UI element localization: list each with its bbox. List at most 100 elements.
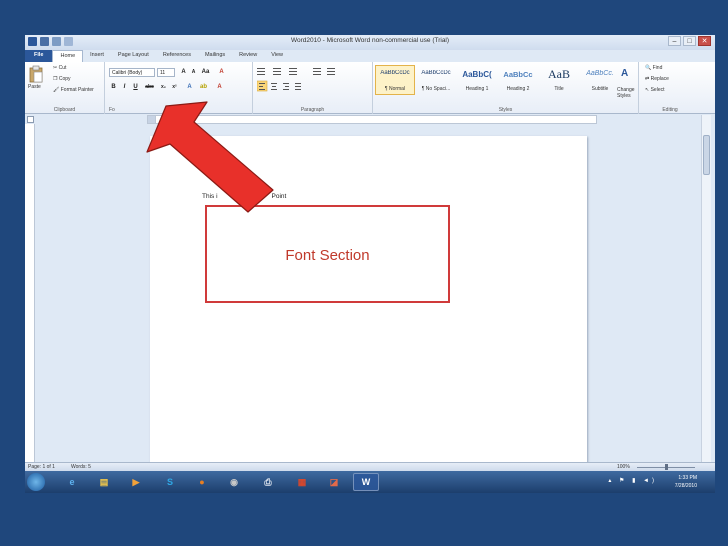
style-name: ¶ Normal [384,86,406,92]
editing-group-label: Editing [662,107,678,113]
document-text-end: Point [271,193,287,200]
style-sample: AaBbCcDc [380,70,410,76]
title-bar: Word2010 - Microsoft Word non-commercial… [25,35,715,50]
italic-button[interactable]: I [120,83,129,92]
window-controls: – □ ✕ [668,36,711,46]
style-name: Title [554,86,564,92]
style-sample: AaBbC( [462,70,492,79]
tab-references[interactable]: References [156,50,198,62]
scrollbar-thumb[interactable] [703,135,710,175]
copy-label: Copy [58,76,71,82]
change-styles-label[interactable]: Change Styles [617,87,639,99]
tab-page-layout[interactable]: Page Layout [111,50,156,62]
style-sample: AaBbCc [503,70,533,79]
style-sample: AaB [548,67,570,81]
styles-group: AaBbCcDc ¶ Normal AaBbCcDc ¶ No Spaci...… [373,62,639,114]
highlight-button[interactable]: ab [199,83,208,92]
paragraph-group: Paragraph [253,62,373,114]
style-subtitle[interactable]: AaBbCc. Subtitle [580,65,620,95]
font-group: Calibri (Body) 11 A A Aa A B I U abc x₂ … [105,62,253,114]
editing-group: 🔍 Find ⇄ Replace ↖ Select Editing [639,62,701,114]
find-button[interactable]: 🔍 Find [645,65,662,71]
close-button[interactable]: ✕ [698,36,711,46]
style-heading-1[interactable]: AaBbC( Heading 1 [457,65,497,95]
format-painter-label: Format Painter [60,87,94,93]
select-label: Select [650,87,665,93]
select-button[interactable]: ↖ Select [645,87,665,93]
status-bar: Page: 1 of 1 Words: 5 100% [25,462,715,471]
word-taskbar-icon[interactable]: W [353,473,379,491]
horizontal-ruler[interactable] [147,115,597,124]
replace-label: Replace [650,76,669,82]
clear-formatting-button[interactable]: A [217,68,226,77]
presentation-icon[interactable]: ◪ [321,473,347,491]
style-normal[interactable]: AaBbCcDc ¶ Normal [375,65,415,95]
system-tray[interactable]: ▴ ⚑ ▮ ◄) [608,477,657,484]
minimize-button[interactable]: – [668,36,681,46]
horizontal-ruler-row [25,115,715,124]
document-text[interactable]: This i Point [202,193,286,200]
font-size-combo[interactable]: 11 [157,68,175,77]
printer-icon[interactable]: ⎙ [255,473,281,491]
style-title[interactable]: AaB Title [539,65,579,95]
app-icon[interactable]: ◉ [221,473,247,491]
internet-explorer-icon[interactable]: e [59,473,85,491]
subscript-button[interactable]: x₂ [159,83,168,92]
change-case-button[interactable]: Aa [201,68,210,77]
clock[interactable]: 1:33 PM 7/28/2010 [675,474,697,490]
text-effects-button[interactable]: A [185,83,194,92]
find-label: Find [652,65,663,71]
paste-icon[interactable] [29,65,43,83]
skype-icon[interactable]: S [157,473,183,491]
media-player-icon[interactable]: ▶ [123,473,149,491]
tab-insert[interactable]: Insert [83,50,111,62]
clipboard-group-label: Clipboard [53,107,76,113]
zoom-slider-thumb[interactable] [665,464,668,470]
vertical-scrollbar[interactable] [701,115,711,462]
tab-home[interactable]: Home [52,50,84,62]
vertical-ruler[interactable] [25,124,35,462]
clock-time: 1:33 PM [678,475,697,481]
document-text-start: This i [202,193,218,200]
style-heading-2[interactable]: AaBbCc Heading 2 [498,65,538,95]
paste-label[interactable]: Paste [28,84,41,90]
font-group-label: Fo [109,107,115,113]
style-name: Subtitle [591,86,609,92]
underline-button[interactable]: U [131,83,140,92]
tab-review[interactable]: Review [232,50,264,62]
change-styles-icon[interactable]: A [621,68,628,79]
strikethrough-button[interactable]: abc [145,83,154,92]
taskbar: e ▤ ▶ S ● ◉ ⎙ ▦ ◪ W ▴ ⚑ ▮ ◄) 1:33 PM 7/2… [25,471,715,493]
style-no-spacing[interactable]: AaBbCcDc ¶ No Spaci... [416,65,456,95]
styles-group-label: Styles [498,107,513,113]
powerpoint-icon[interactable]: ▦ [289,473,315,491]
superscript-button[interactable]: x² [170,83,179,92]
ruler-left-margin [147,115,156,124]
file-explorer-icon[interactable]: ▤ [91,473,117,491]
page-count[interactable]: Page: 1 of 1 [28,464,55,470]
start-button[interactable] [27,473,45,491]
font-section-callout: Font Section [205,205,450,303]
replace-button[interactable]: ⇄ Replace [645,76,669,82]
document-page[interactable]: This i Point [150,136,587,476]
firefox-icon[interactable]: ● [189,473,215,491]
shrink-font-button[interactable]: A [189,68,198,77]
paragraph-group-label: Paragraph [300,107,325,113]
paragraph-controls-icon[interactable] [257,67,369,93]
style-sample: AaBbCc. [586,70,614,77]
word-count[interactable]: Words: 5 [71,464,91,470]
tab-selector-icon[interactable] [27,116,34,123]
tab-mailings[interactable]: Mailings [198,50,232,62]
tab-view[interactable]: View [264,50,290,62]
style-name: ¶ No Spaci... [421,86,451,92]
maximize-button[interactable]: □ [683,36,696,46]
font-name-combo[interactable]: Calibri (Body) [109,68,155,77]
cut-button[interactable]: ✂ Cut [53,65,66,71]
tab-file[interactable]: File [25,50,53,62]
copy-button[interactable]: ❐ Copy [53,76,71,82]
font-color-button[interactable]: A [215,83,224,92]
grow-font-button[interactable]: A [179,68,188,77]
zoom-level[interactable]: 100% [617,464,630,470]
format-painter-button[interactable]: 🖌 Format Painter [53,87,94,93]
bold-button[interactable]: B [109,83,118,92]
